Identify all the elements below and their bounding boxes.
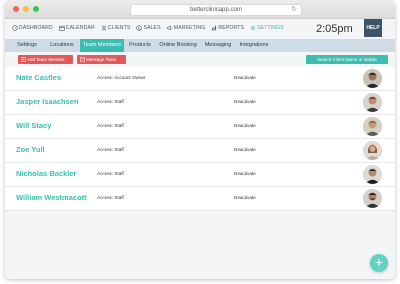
browser-window: betterclinicapp.com ↻ DASHBOARD CALENDAR…	[5, 0, 395, 279]
client-search-button[interactable]: Search Client Name or Mobile	[306, 55, 388, 64]
deactivate-link[interactable]: Deactivate	[234, 99, 256, 104]
deactivate-link[interactable]: Deactivate	[234, 195, 256, 200]
maximize-window-button[interactable]	[33, 6, 39, 12]
deactivate-link[interactable]: Deactivate	[234, 171, 256, 176]
tab-team-members[interactable]: Team Members	[80, 39, 124, 52]
reload-icon[interactable]: ↻	[291, 5, 297, 15]
avatar	[363, 69, 382, 88]
member-access: Access: Staff	[97, 99, 124, 104]
tab-messaging[interactable]: Messaging	[201, 39, 235, 52]
nav-item-label: MARKETING	[173, 25, 206, 31]
add-user-icon	[21, 57, 26, 62]
avatar	[363, 189, 382, 208]
nav-item-label: REPORTS	[218, 25, 245, 31]
team-member-row[interactable]: Zoe Yull Access: Staff Deactivate	[5, 139, 395, 163]
avatar	[363, 141, 382, 160]
help-button[interactable]: HELP	[364, 19, 382, 37]
avatar	[363, 165, 382, 184]
settings-icon	[250, 25, 256, 31]
nav-item-label: SETTINGS	[257, 25, 284, 31]
deactivate-link[interactable]: Deactivate	[234, 75, 256, 80]
svg-text:$: $	[138, 26, 140, 30]
message-team-button[interactable]: Message Team	[77, 55, 126, 64]
nav-item-settings[interactable]: SETTINGS	[250, 25, 284, 31]
member-name[interactable]: Will Stacy	[16, 121, 51, 130]
dashboard-icon	[12, 25, 18, 31]
nav-item-reports[interactable]: REPORTS	[211, 25, 244, 31]
nav-item-marketing[interactable]: MARKETING	[166, 25, 206, 31]
nav-item-calendar[interactable]: CALENDAR	[59, 25, 95, 31]
app-header: DASHBOARD CALENDAR CLIENTS $ SALES MARKE…	[5, 19, 395, 39]
sales-icon: $	[136, 25, 143, 31]
team-member-row[interactable]: Nicholas Backler Access: Staff Deactivat…	[5, 163, 395, 187]
tab-integrations[interactable]: Integrations	[237, 39, 271, 52]
nav-item-label: CLIENTS	[107, 25, 131, 31]
deactivate-link[interactable]: Deactivate	[234, 147, 256, 152]
settings-subnav: Settings Locations Team Members Products…	[5, 39, 395, 52]
tab-online-booking[interactable]: Online Booking	[156, 39, 200, 52]
avatar	[363, 93, 382, 112]
action-bar: Add Team Member Message Team Search Clie…	[5, 52, 395, 67]
tab-settings[interactable]: Settings	[12, 39, 42, 52]
nav-item-label: CALENDAR	[65, 25, 95, 31]
team-member-row[interactable]: Nate Castles Access: Account Owner Deact…	[5, 67, 395, 91]
browser-titlebar: betterclinicapp.com ↻	[5, 0, 395, 19]
address-bar[interactable]: betterclinicapp.com ↻	[130, 4, 302, 16]
nav-item-label: DASHBOARD	[19, 25, 53, 31]
url-text: betterclinicapp.com	[190, 7, 242, 13]
member-name[interactable]: Nicholas Backler	[16, 169, 76, 178]
nav-item-sales[interactable]: $ SALES	[136, 25, 161, 31]
member-access: Access: Staff	[97, 171, 124, 176]
nav-item-clients[interactable]: CLIENTS	[101, 25, 131, 31]
member-name[interactable]: Nate Castles	[16, 73, 61, 82]
team-member-row[interactable]: William Westmacott Access: Staff Deactiv…	[5, 187, 395, 211]
clock-time: 2:05pm	[316, 23, 353, 35]
add-team-member-button[interactable]: Add Team Member	[18, 55, 73, 64]
member-access: Access: Account Owner	[97, 75, 146, 80]
message-icon	[80, 57, 85, 62]
tab-products[interactable]: Products	[126, 39, 154, 52]
clients-icon	[101, 25, 107, 31]
member-access: Access: Staff	[97, 123, 124, 128]
team-member-row[interactable]: Jasper Isaachsen Access: Staff Deactivat…	[5, 91, 395, 115]
reports-icon	[212, 25, 217, 31]
marketing-icon	[166, 25, 173, 31]
avatar	[363, 117, 382, 136]
calendar-icon	[59, 25, 65, 31]
team-member-row[interactable]: Will Stacy Access: Staff Deactivate	[5, 115, 395, 139]
tab-locations[interactable]: Locations	[45, 39, 79, 52]
member-name[interactable]: Zoe Yull	[16, 145, 45, 154]
minimize-window-button[interactable]	[23, 6, 29, 12]
nav-item-label: SALES	[143, 25, 161, 31]
member-access: Access: Staff	[97, 147, 124, 152]
main-nav: DASHBOARD CALENDAR CLIENTS $ SALES MARKE…	[12, 25, 284, 31]
deactivate-link[interactable]: Deactivate	[234, 123, 256, 128]
close-window-button[interactable]	[13, 6, 19, 12]
nav-item-dashboard[interactable]: DASHBOARD	[12, 25, 53, 31]
member-name[interactable]: Jasper Isaachsen	[16, 97, 79, 106]
member-name[interactable]: William Westmacott	[16, 193, 87, 202]
message-team-label: Message Team	[86, 57, 117, 62]
add-floating-button[interactable]: +	[370, 254, 388, 272]
add-team-member-label: Add Team Member	[27, 57, 65, 62]
member-access: Access: Staff	[97, 195, 124, 200]
